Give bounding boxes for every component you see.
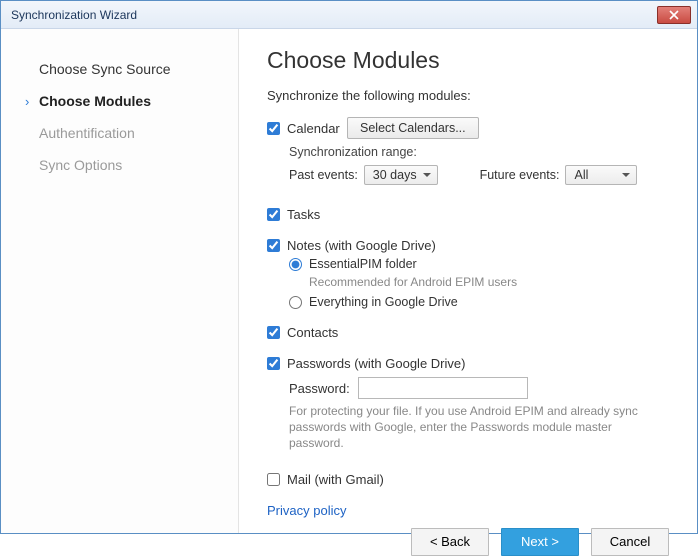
- notes-epim-hint: Recommended for Android EPIM users: [309, 275, 669, 289]
- next-button[interactable]: Next >: [501, 528, 579, 556]
- password-hint: For protecting your file. If you use And…: [289, 403, 659, 452]
- cancel-button[interactable]: Cancel: [591, 528, 669, 556]
- password-input[interactable]: [358, 377, 528, 399]
- wizard-sidebar: › Choose Sync Source › Choose Modules › …: [1, 29, 239, 533]
- past-events-select[interactable]: 30 days: [364, 165, 438, 185]
- step-label: Choose Sync Source: [39, 61, 171, 77]
- notes-checkbox[interactable]: [267, 239, 280, 252]
- mail-label: Mail (with Gmail): [287, 472, 384, 487]
- contacts-checkbox[interactable]: [267, 326, 280, 339]
- future-events-select[interactable]: All: [565, 165, 637, 185]
- select-calendars-button[interactable]: Select Calendars...: [347, 117, 479, 139]
- step-choose-modules[interactable]: › Choose Modules: [1, 85, 238, 117]
- notes-all-radio[interactable]: [289, 296, 302, 309]
- calendar-label: Calendar: [287, 121, 340, 136]
- future-events-label: Future events:: [480, 168, 560, 182]
- tasks-checkbox[interactable]: [267, 208, 280, 221]
- password-field-label: Password:: [289, 381, 350, 396]
- step-sync-options: › Sync Options: [1, 149, 238, 181]
- contacts-label: Contacts: [287, 325, 338, 340]
- notes-epim-radio[interactable]: [289, 258, 302, 271]
- mail-checkbox[interactable]: [267, 473, 280, 486]
- titlebar: Synchronization Wizard: [1, 1, 697, 29]
- step-label: Sync Options: [39, 157, 122, 173]
- chevron-right-icon: ›: [25, 94, 39, 109]
- step-authentification: › Authentification: [1, 117, 238, 149]
- past-events-label: Past events:: [289, 168, 358, 182]
- step-label: Authentification: [39, 125, 135, 141]
- back-button[interactable]: < Back: [411, 528, 489, 556]
- step-label: Choose Modules: [39, 93, 151, 109]
- notes-label: Notes (with Google Drive): [287, 238, 436, 253]
- wizard-footer: < Back Next > Cancel: [267, 518, 669, 560]
- sync-range-label: Synchronization range:: [289, 145, 669, 159]
- page-subtitle: Synchronize the following modules:: [267, 88, 669, 103]
- tasks-label: Tasks: [287, 207, 320, 222]
- step-choose-sync-source[interactable]: › Choose Sync Source: [1, 53, 238, 85]
- main-panel: Choose Modules Synchronize the following…: [239, 29, 697, 533]
- passwords-label: Passwords (with Google Drive): [287, 356, 465, 371]
- privacy-policy-link[interactable]: Privacy policy: [267, 503, 669, 518]
- passwords-checkbox[interactable]: [267, 357, 280, 370]
- notes-epim-label: EssentialPIM folder: [309, 257, 417, 271]
- window-title: Synchronization Wizard: [11, 8, 137, 22]
- calendar-checkbox[interactable]: [267, 122, 280, 135]
- page-title: Choose Modules: [267, 47, 669, 74]
- notes-all-label: Everything in Google Drive: [309, 295, 458, 309]
- close-icon: [669, 10, 679, 20]
- close-button[interactable]: [657, 6, 691, 24]
